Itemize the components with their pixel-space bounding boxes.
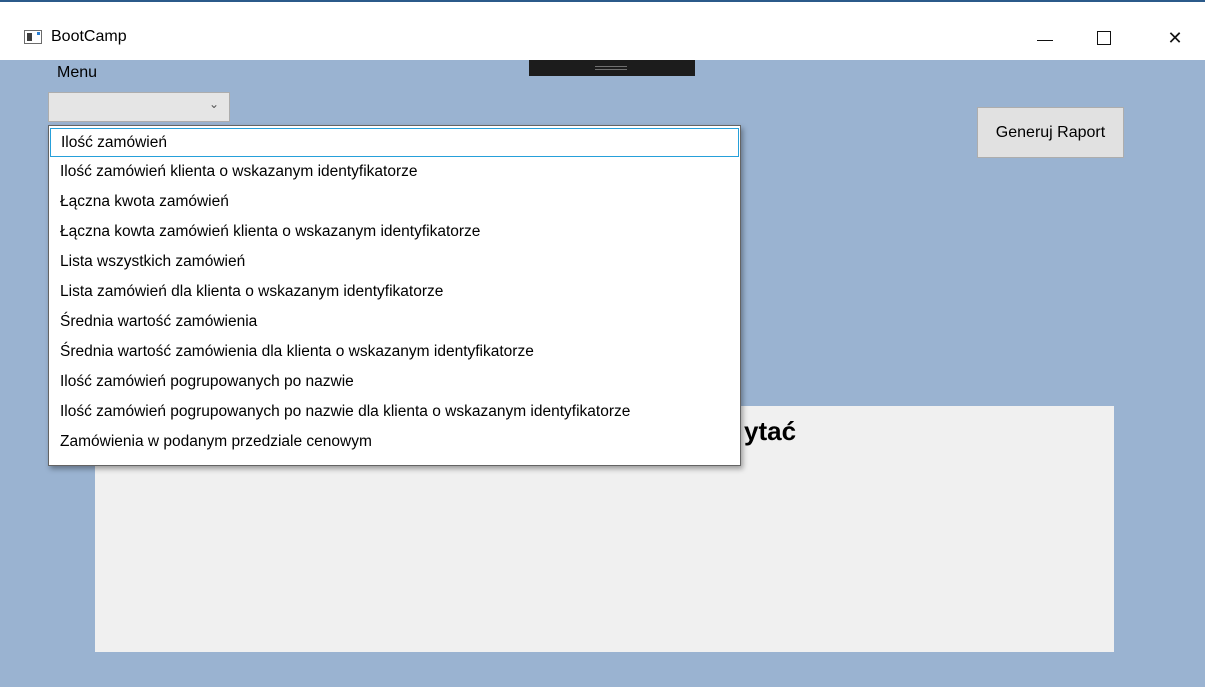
minimize-icon <box>1037 39 1053 41</box>
maximize-button[interactable] <box>1081 22 1127 54</box>
grip-line-bottom <box>595 69 627 70</box>
menu-option[interactable]: Ilość zamówień klienta o wskazanym ident… <box>49 157 740 187</box>
title-bar[interactable]: BootCamp ✕ <box>0 2 1205 60</box>
menu-label: Menu <box>57 64 98 81</box>
menu-combobox[interactable]: ⌄ <box>48 92 230 122</box>
menu-option[interactable]: Średnia wartość zamówienia <box>49 307 740 337</box>
menu-option[interactable]: Ilość zamówień pogrupowanych po nazwie <box>49 367 740 397</box>
chevron-down-icon: ⌄ <box>208 97 219 111</box>
app-icon <box>24 30 42 44</box>
menu-option[interactable]: Średnia wartość zamówienia dla klienta o… <box>49 337 740 367</box>
menu-option[interactable]: Lista zamówień dla klienta o wskazanym i… <box>49 277 740 307</box>
close-button[interactable]: ✕ <box>1152 22 1198 54</box>
result-text-visible: ytać <box>744 416 797 446</box>
menu-option[interactable]: Łączna kowta zamówień klienta o wskazany… <box>49 217 740 247</box>
generate-report-button[interactable]: Generuj Raport <box>977 107 1124 158</box>
menu-option[interactable]: Zamówienia w podanym przedziale cenowym <box>49 427 740 457</box>
menu-option[interactable]: Łączna kwota zamówień <box>49 187 740 217</box>
grip-line-top <box>595 66 627 67</box>
maximize-icon <box>1097 31 1111 45</box>
window-title: BootCamp <box>51 28 127 45</box>
menu-option[interactable]: Ilość zamówień <box>50 128 739 157</box>
menu-option[interactable]: Ilość zamówień pogrupowanych po nazwie d… <box>49 397 740 427</box>
menu-option[interactable]: Lista wszystkich zamówień <box>49 247 740 277</box>
minimize-button[interactable] <box>1022 22 1068 54</box>
menu-dropdown-list[interactable]: Ilość zamówień Ilość zamówień klienta o … <box>48 125 741 466</box>
drag-grip[interactable] <box>529 60 695 76</box>
close-icon: ✕ <box>1167 27 1183 48</box>
